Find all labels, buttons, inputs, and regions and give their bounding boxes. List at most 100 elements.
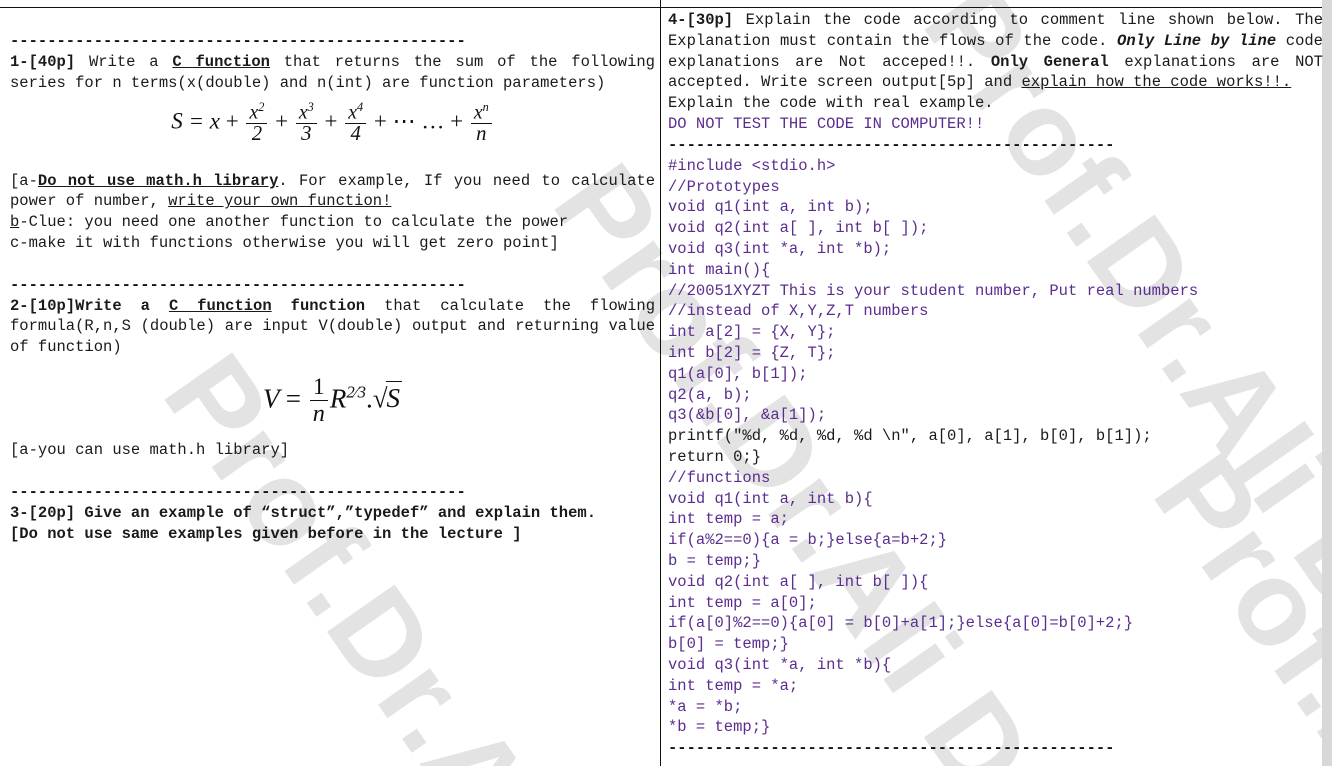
only-general-emphasis: Only General: [990, 52, 1109, 71]
question-3-body: Give an example of “struct”,”typedef” an…: [75, 503, 597, 522]
term-denominator: 3: [295, 123, 317, 146]
code-line: void q2(int a[ ], int b[ ]){: [668, 572, 929, 591]
exponent: 4: [357, 100, 364, 115]
separator-line-1: ----------------------------------------…: [10, 31, 466, 50]
term-numerator: xn: [471, 101, 492, 123]
exp-den: 3: [357, 382, 366, 402]
exponent: 3: [307, 100, 314, 115]
var: x: [473, 101, 483, 124]
series-term-2: x2 2: [246, 101, 268, 146]
code-line: //Prototypes: [668, 177, 780, 196]
code-line: q1(a[0], b[1]);: [668, 364, 808, 383]
code-line: int temp = a[0];: [668, 593, 817, 612]
series-formula: S = x + x2 2 + x3 3 + x4 4 + ⋯ … + xn n: [10, 93, 655, 150]
code-line: q3(&b[0], &a[1]);: [668, 406, 827, 425]
left-column: ----------------------------------------…: [10, 0, 655, 544]
code-line: //functions: [668, 468, 771, 487]
formula-first-term: x: [209, 108, 220, 134]
formula-eq: =: [285, 383, 301, 414]
question-1-text: 1-[40p] Write a C function that returns …: [10, 52, 655, 94]
note-a-bold: Do not use math.h library: [37, 171, 279, 190]
code-line: *a = *b;: [668, 697, 743, 716]
plus-sign: +: [373, 108, 387, 134]
note-b-label: b: [10, 213, 20, 232]
code-line: void q3(int *a, int *b);: [668, 239, 892, 258]
question-3-note: [Do not use same examples given before i…: [10, 524, 522, 543]
note-c-text: c-make it with functions otherwise you w…: [10, 234, 559, 253]
code-line: void q1(int a, int b){: [668, 489, 873, 508]
exponent: n: [482, 100, 489, 115]
frac-numerator: 1: [313, 374, 325, 401]
question-2-emphasis: C function: [168, 296, 272, 315]
question-3-marker: 3-[20p]: [10, 503, 76, 522]
question-4-marker: 4-[30p]: [668, 11, 734, 29]
series-term-4: x4 4: [345, 101, 367, 146]
code-line: int temp = *a;: [668, 676, 799, 695]
multiply-dot: .: [365, 383, 373, 414]
var: x: [348, 101, 358, 124]
exam-page: ----------------------------------------…: [0, 0, 1332, 766]
code-line: int b[2] = {Z, T};: [668, 343, 836, 362]
code-line: b[0] = temp;}: [668, 635, 789, 654]
question-2-bold-pre: Write a: [75, 296, 169, 315]
column-divider: [660, 0, 661, 766]
note-b-text: -Clue: you need one another function to …: [19, 213, 569, 232]
one-over-n: 1 n: [309, 374, 328, 427]
code-line: q2(a, b);: [668, 385, 752, 404]
code-line: //instead of X,Y,Z,T numbers: [668, 302, 929, 321]
plus-sign: +: [324, 108, 338, 134]
series-term-n: xn n: [470, 101, 492, 146]
term-denominator: 2: [246, 123, 268, 146]
code-line: //20051XYZT This is your student number,…: [668, 281, 1199, 300]
plus-sign: +: [225, 108, 239, 134]
question-1-note-c: c-make it with functions otherwise you w…: [10, 233, 655, 254]
question-2-bold-post: function: [271, 296, 366, 315]
term-numerator: x4: [345, 101, 366, 123]
code-line: int a[2] = {X, Y};: [668, 323, 836, 342]
code-line: return 0;}: [668, 447, 762, 466]
code-line: #include <stdio.h>: [668, 156, 836, 175]
code-line: void q2(int a[ ], int b[ ]);: [668, 219, 929, 238]
question-1-emphasis: C function: [172, 52, 270, 71]
plus-sign: +: [275, 108, 289, 134]
question-1-note-a: [a-Do not use math.h library. For exampl…: [10, 171, 655, 213]
question-4-text: 4-[30p] Explain the code according to co…: [668, 10, 1323, 93]
note-a-underline: write your own function!: [168, 192, 392, 211]
question-2-text: 2-[10p]Write a C function function that …: [10, 296, 655, 358]
exponent-two-thirds: 2⁄3: [346, 382, 366, 402]
question-1-pre: Write a: [75, 52, 173, 71]
question-2-marker: 2-[10p]: [10, 296, 76, 315]
formula-lhs: V: [262, 383, 279, 414]
code-line: if(a[0]%2==0){a[0] = b[0]+a[1];}else{a[0…: [668, 614, 1134, 633]
formula-ellipsis: ⋯ …: [392, 108, 445, 134]
separator-line-right-bottom: ----------------------------------------…: [668, 739, 1115, 758]
manning-formula: V = 1 n R2⁄3.√S: [10, 358, 655, 440]
radicand: S: [385, 381, 403, 414]
series-term-3: x3 3: [295, 100, 317, 146]
only-line-by-line-emphasis: Only Line by line: [1117, 31, 1277, 50]
separator-line-3: ----------------------------------------…: [10, 482, 466, 501]
code-line: printf("%d, %d, %d, %d \n", a[0], a[1], …: [668, 427, 1152, 446]
question-3-text: 3-[20p] Give an example of “struct”,”typ…: [10, 503, 655, 524]
right-edge-band: [1322, 0, 1332, 766]
code-line: void q3(int *a, int *b){: [668, 655, 892, 674]
explain-how-underlined: explain how the code works!!.: [1021, 73, 1292, 92]
explain-real-example: Explain the code with real example.: [668, 94, 994, 113]
formula-lhs: S: [171, 108, 183, 134]
code-line: int temp = a;: [668, 510, 789, 529]
right-column: 4-[30p] Explain the code according to co…: [668, 0, 1323, 759]
term-denominator: 4: [345, 123, 367, 146]
frac-denominator: n: [309, 399, 328, 427]
code-line: void q1(int a, int b);: [668, 198, 873, 217]
code-line: b = temp;}: [668, 551, 762, 570]
var: x: [298, 101, 308, 124]
term-denominator: n: [470, 123, 492, 146]
separator-line-2: ----------------------------------------…: [10, 275, 466, 294]
term-numerator: x2: [246, 101, 267, 123]
note-a-open: [a-: [10, 171, 38, 190]
code-line: *b = temp;}: [668, 718, 771, 737]
